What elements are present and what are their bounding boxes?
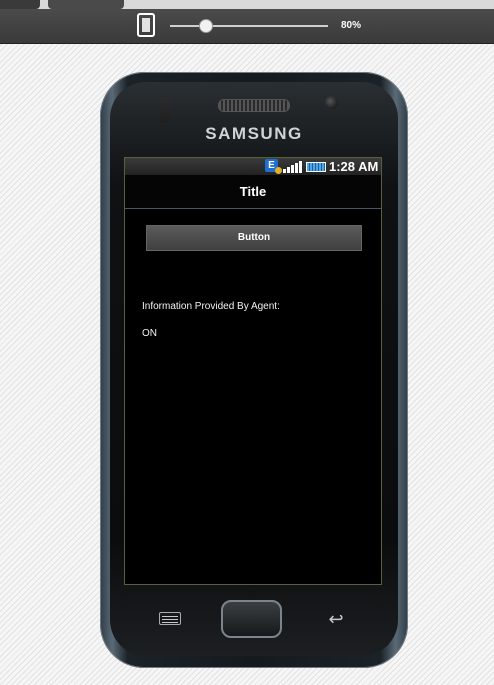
network-type-icon: E xyxy=(265,159,282,174)
phone-device-icon[interactable] xyxy=(137,13,155,37)
app-button[interactable]: Button xyxy=(146,225,362,251)
zoom-slider-track[interactable] xyxy=(170,25,328,27)
menu-icon[interactable] xyxy=(159,612,183,627)
back-arrow-icon[interactable]: ↩ xyxy=(324,609,348,629)
status-bar: E 1:28 AM xyxy=(125,158,381,175)
status-time: 1:28 AM xyxy=(329,159,379,174)
brand-logo: SAMSUNG xyxy=(205,124,303,143)
zoom-label: 80% xyxy=(341,20,362,31)
preview-toolbar: 80% xyxy=(0,9,494,44)
info-label: Information Provided By Agent: xyxy=(142,301,280,312)
earpiece-speaker xyxy=(218,99,290,112)
info-value: ON xyxy=(142,328,157,339)
phone-screen: E 1:28 AM Title Button Information Provi… xyxy=(124,157,382,585)
home-button[interactable] xyxy=(221,600,282,638)
top-tab-strip xyxy=(0,0,494,9)
battery-icon xyxy=(306,162,326,172)
app-title: Title xyxy=(239,184,267,199)
app-title-bar: Title xyxy=(125,175,381,209)
tab-1[interactable] xyxy=(0,0,40,9)
tab-2[interactable] xyxy=(48,0,124,9)
zoom-slider-thumb[interactable] xyxy=(199,19,213,33)
proximity-sensor xyxy=(160,97,169,123)
signal-strength-icon xyxy=(283,161,305,173)
front-camera-icon xyxy=(325,96,338,109)
